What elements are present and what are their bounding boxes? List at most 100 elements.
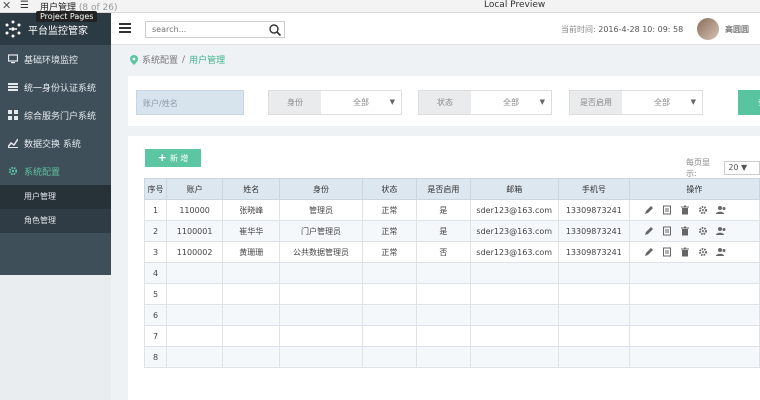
table-row-empty: 4 [143,262,760,284]
trash-icon[interactable] [680,226,690,236]
cell-role: 门户管理员 [279,220,363,242]
sidebar-item-system-config[interactable]: 系统配置 [0,157,111,185]
cell-index: 3 [143,241,168,263]
cell-index: 5 [143,283,168,305]
cell-email: sder123@163.com [469,241,559,263]
sidebar-footer [0,275,111,400]
cell-account: 1100001 [166,220,224,242]
list-icon [8,83,18,91]
document-icon[interactable] [662,205,672,215]
col-header-email: 邮箱 [469,178,559,200]
user-table-panel: + 新 增 每页显示: 20 ▼ 序号 账户 姓名 身份 状态 是否启用 邮箱 … [128,136,760,400]
add-user-button[interactable]: + 新 增 [145,149,201,167]
preview-title: Local Preview [484,0,546,10]
sidebar-submenu: 用户管理 角色管理 [0,185,111,233]
enabled-filter-label: 是否启用 [570,91,622,114]
cell-index: 1 [143,199,168,221]
cell-account: 110000 [166,199,224,221]
role-filter-select[interactable]: 全部 ▼ [321,91,401,114]
sidebar-item-environment[interactable]: 基础环境监控 [0,45,111,73]
header: 当前时间: 2016-4-28 10: 09: 58 高圆圆 [111,13,760,45]
avatar[interactable] [697,18,719,40]
breadcrumb: 系统配置 / 用户管理 [130,53,225,66]
grid-icon [8,110,18,120]
cell-index: 4 [143,262,168,284]
search-icon[interactable] [268,23,282,37]
cell-index: 8 [143,346,168,368]
user-name[interactable]: 高圆圆 [725,24,749,35]
logo-icon [5,20,21,38]
cell-phone: 13309873241 [557,199,630,221]
status-filter-label: 状态 [419,91,471,114]
users-icon[interactable] [715,247,726,257]
cell-index: 7 [143,325,168,347]
sidebar-subitem-user-management[interactable]: 用户管理 [0,185,111,209]
query-button[interactable]: 查 [738,90,760,115]
edit-icon[interactable] [644,205,654,215]
gear-icon[interactable] [698,226,708,236]
plus-icon: + [157,151,167,164]
cell-role: 公共数据管理员 [279,241,363,263]
cell-enabled: 是 [416,220,471,242]
cell-email: sder123@163.com [469,220,559,242]
cell-enabled: 否 [416,241,471,263]
breadcrumb-parent[interactable]: 系统配置 [142,53,178,66]
enabled-filter-select[interactable]: 全部 ▼ [622,91,702,114]
search-input[interactable] [146,22,264,37]
cell-status: 正常 [361,241,418,263]
users-icon[interactable] [715,226,726,236]
table-row-empty: 7 [143,325,760,347]
brand-name: 平台监控管家 [28,25,88,37]
users-icon[interactable] [715,205,726,215]
tooltip-project-pages: Project Pages [36,11,98,22]
preview-title-bar: ✕ ☰ 用户管理 (8 of 26) Local Preview [0,0,760,13]
table-row-empty: 5 [143,283,760,305]
cell-email: sder123@163.com [469,199,559,221]
sidebar-subitem-role-management[interactable]: 角色管理 [0,209,111,233]
cell-actions [628,241,760,263]
gear-icon[interactable] [698,247,708,257]
cell-phone: 13309873241 [557,220,630,242]
user-table: 序号 账户 姓名 身份 状态 是否启用 邮箱 手机号 操作 1 110000 张… [143,178,760,368]
cell-index: 2 [143,220,168,242]
breadcrumb-separator: / [182,54,186,65]
table-row-empty: 6 [143,304,760,326]
caret-down-icon: ▼ [690,98,696,106]
col-header-enabled: 是否启用 [416,178,471,200]
name-filter-input[interactable]: 账户/姓名 [136,90,244,115]
table-row-empty: 8 [143,346,760,368]
col-header-status: 状态 [361,178,418,200]
cell-account: 1100002 [166,241,224,263]
caret-down-icon: ▼ [539,98,545,106]
table-row[interactable]: 1 110000 张晓峰 管理员 正常 是 sder123@163.com 13… [143,199,760,221]
status-filter-select[interactable]: 全部 ▼ [471,91,551,114]
search-box [145,21,285,38]
cell-actions [628,199,760,221]
role-filter-label: 身份 [269,91,321,114]
edit-icon[interactable] [644,226,654,236]
document-icon[interactable] [662,226,672,236]
close-tab-icon[interactable]: ✕ [2,0,11,12]
trash-icon[interactable] [680,205,690,215]
document-icon[interactable] [662,247,672,257]
table-header-row: 序号 账户 姓名 身份 状态 是否启用 邮箱 手机号 操作 [143,178,760,200]
location-pin-icon [130,54,138,65]
sidebar-item-identity[interactable]: 统一身份认证系统 [0,73,111,101]
chart-icon [8,138,18,148]
menu-icon[interactable]: ☰ [20,0,29,11]
edit-icon[interactable] [644,247,654,257]
gear-icon[interactable] [698,205,708,215]
table-row[interactable]: 2 1100001 崔华华 门户管理员 正常 是 sder123@163.com… [143,220,760,242]
trash-icon[interactable] [680,247,690,257]
gear-icon [8,166,18,176]
page-size-select[interactable]: 20 ▼ [724,161,760,175]
hamburger-icon[interactable] [119,23,131,33]
cell-status: 正常 [361,199,418,221]
sidebar-item-data-exchange[interactable]: 数据交换 系统 [0,129,111,157]
cell-phone: 13309873241 [557,241,630,263]
sidebar-item-portal[interactable]: 综合服务门户系统 [0,101,111,129]
table-row[interactable]: 3 1100002 黄珊珊 公共数据管理员 正常 否 sder123@163.c… [143,241,760,263]
col-header-role: 身份 [279,178,363,200]
col-header-actions: 操作 [628,178,760,200]
role-filter: 身份 全部 ▼ [268,90,402,115]
